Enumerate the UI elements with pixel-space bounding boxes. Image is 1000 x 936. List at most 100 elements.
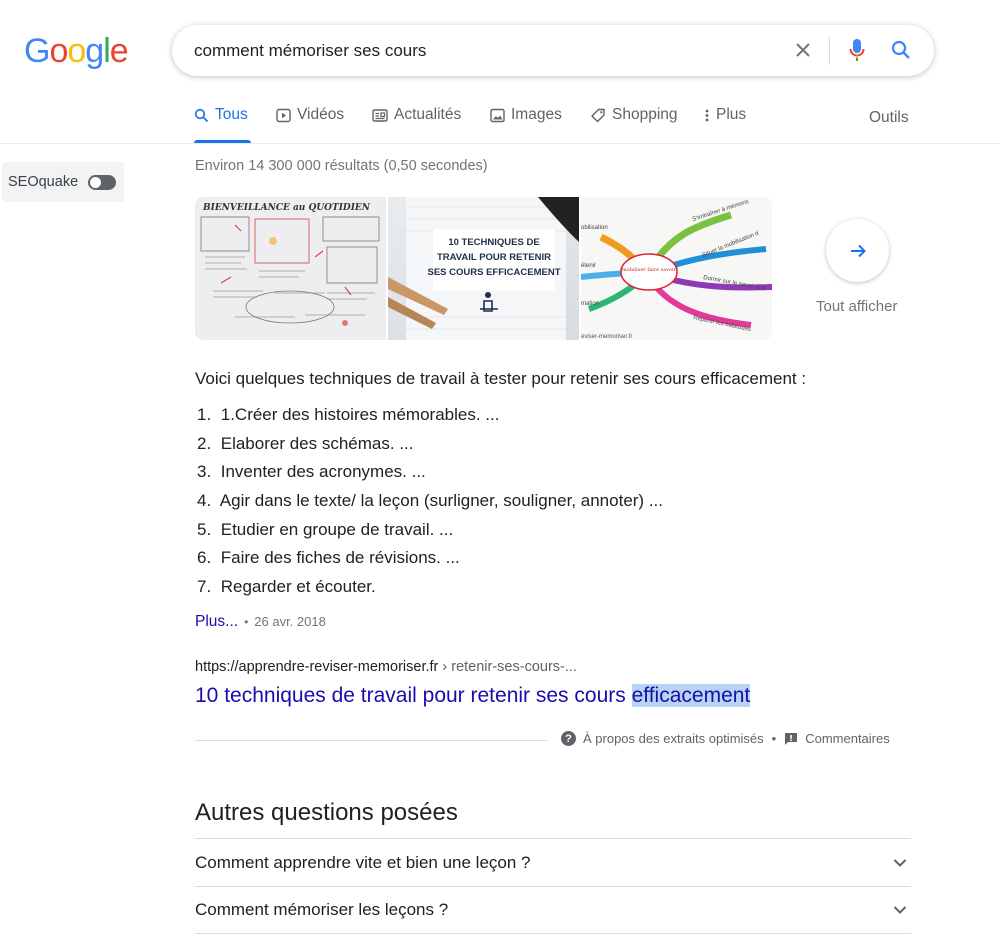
svg-text:eviser-memoriser.fr: eviser-memoriser.fr [581,334,632,340]
svg-text:SES COURS EFFICACEMENT: SES COURS EFFICACEMENT [427,267,560,278]
feedback-link[interactable]: Commentaires [784,731,890,746]
list-item: 2. Elaborer des schémas. ... [197,433,663,462]
result-title-highlight: efficacement [631,684,751,707]
search-divider [829,37,830,65]
tab-images[interactable]: Images [490,106,562,143]
clear-search-button[interactable] [790,37,816,63]
people-also-ask-list: Comment apprendre vite et bien une leçon… [195,838,911,934]
snippet-intro: Voici quelques techniques de travail à t… [195,369,807,388]
image-thumbnail[interactable]: BIENVEILLANCE au QUOTIDIEN [195,197,386,340]
snippet-divider [195,740,547,741]
snippet-list: 1. 1.Créer des histoires mémorables. ...… [197,404,663,605]
svg-text:10 TECHNIQUES DE: 10 TECHNIQUES DE [448,237,539,248]
list-text: Regarder et écouter. [220,577,376,597]
people-also-ask-title: Autres questions posées [195,799,458,826]
show-all-images-button[interactable] [826,219,889,282]
list-number: 1. [197,405,212,424]
seoquake-toggle[interactable] [88,174,117,190]
about-snippets-label: À propos des extraits optimisés [583,731,764,746]
result-title-text: 10 techniques de travail pour retenir se… [195,684,632,707]
result-title-link[interactable]: 10 techniques de travail pour retenir se… [195,684,751,708]
list-item: 6. Faire des fiches de révisions. ... [197,547,663,576]
more-vert-icon [705,109,709,122]
svg-text:BIENVEILLANCE au QUOTIDIEN: BIENVEILLANCE au QUOTIDIEN [202,203,371,213]
list-text: Agir dans le texte/ la leçon (surligner,… [219,491,663,511]
seoquake-label: SEOquake [8,174,79,190]
separator: • [771,731,777,746]
image-thumbnail[interactable]: "mobiliser faire savoir" S'entraîner à m… [581,197,772,340]
tab-tous[interactable]: Tous [194,106,251,143]
tag-icon [591,108,605,123]
close-icon [796,43,810,57]
arrow-right-icon [850,244,866,257]
image-icon [490,108,505,123]
search-button[interactable] [888,37,914,63]
list-number: 7. [197,577,212,597]
tab-label: Tous [215,106,248,123]
logo-letter: o [67,32,86,70]
snippet-date: 26 avr. 2018 [254,614,326,629]
list-text: Elaborer des schémas. ... [220,433,414,453]
search-input[interactable] [194,25,784,76]
list-text: Faire des fiches de révisions. ... [220,548,460,568]
list-number: 5. [197,519,212,539]
url-host: https://apprendre-reviser-memoriser.fr [195,659,439,675]
result-url[interactable]: https://apprendre-reviser-memoriser.fr ›… [195,659,577,675]
desk-image: 10 TECHNIQUES DE TRAVAIL POUR RETENIR SE… [388,197,579,340]
more-link[interactable]: Plus... [195,613,238,631]
tab-actualites[interactable]: Actualités [372,106,461,143]
svg-text:mation: mation [581,301,599,307]
list-item: 5. Etudier en groupe de travail. ... [197,519,663,548]
tab-label: Shopping [612,106,678,123]
svg-text:TRAVAIL POUR RETENIR: TRAVAIL POUR RETENIR [437,252,551,263]
seoquake-panel: SEOquake [2,162,124,202]
image-strip: BIENVEILLANCE au QUOTIDIEN 10 TECHNIQUES… [195,197,772,340]
mic-icon [849,39,865,61]
tab-plus[interactable]: Plus [704,106,746,143]
tab-label: Plus [716,106,747,123]
snippet-footer: ? À propos des extraits optimisés • Comm… [561,731,890,746]
list-text: Etudier en groupe de travail. ... [220,519,454,539]
list-number: 2. [197,433,212,453]
tab-label: Images [511,106,562,123]
list-number: 4. [197,491,212,511]
mindmap-image: "mobiliser faire savoir" S'entraîner à m… [581,199,772,340]
tools-button[interactable]: Outils [869,109,909,127]
list-item: 7. Regarder et écouter. [197,576,663,605]
about-snippets-link[interactable]: ? À propos des extraits optimisés [561,731,764,746]
header-divider [0,143,1000,144]
list-text: Inventer des acronymes. ... [220,462,426,482]
list-item: 3. Inventer des acronymes. ... [197,461,663,490]
tab-videos[interactable]: Vidéos [276,106,344,143]
show-all-images-label[interactable]: Tout afficher [816,298,897,315]
chevron-down-icon [893,858,907,867]
logo-letter: e [109,32,129,70]
tab-label: Vidéos [297,106,345,123]
question-item[interactable]: Comment apprendre vite et bien une leçon… [195,838,911,886]
search-icon [891,40,910,59]
svg-text:obilisation: obilisation [581,225,608,231]
search-icon [194,108,209,123]
logo-letter: g [85,32,104,70]
question-text: Comment mémoriser les leçons ? [195,900,449,919]
snippet-meta: Plus... • 26 avr. 2018 [195,613,326,631]
tab-label: Actualités [394,106,462,123]
google-logo[interactable]: Google [24,32,129,71]
logo-letter: o [49,32,68,70]
list-text: 1.Créer des histoires mémorables. ... [220,405,500,424]
search-box [172,25,934,76]
logo-letter: G [24,32,50,70]
question-text: Comment apprendre vite et bien une leçon… [195,852,531,872]
help-icon: ? [561,731,576,746]
list-number: 6. [197,548,212,568]
voice-search-button[interactable] [844,37,870,63]
tab-shopping[interactable]: Shopping [590,106,678,143]
svg-text:"mobiliser faire savoir": "mobiliser faire savoir" [620,267,679,273]
play-icon [276,108,291,123]
sketchnote-image: BIENVEILLANCE au QUOTIDIEN [200,203,380,326]
feedback-icon [785,732,798,745]
image-thumbnail[interactable]: 10 TECHNIQUES DE TRAVAIL POUR RETENIR SE… [388,197,579,340]
question-item[interactable]: Comment mémoriser les leçons ? [195,886,911,934]
news-icon [372,109,388,122]
feedback-label: Commentaires [805,731,890,746]
